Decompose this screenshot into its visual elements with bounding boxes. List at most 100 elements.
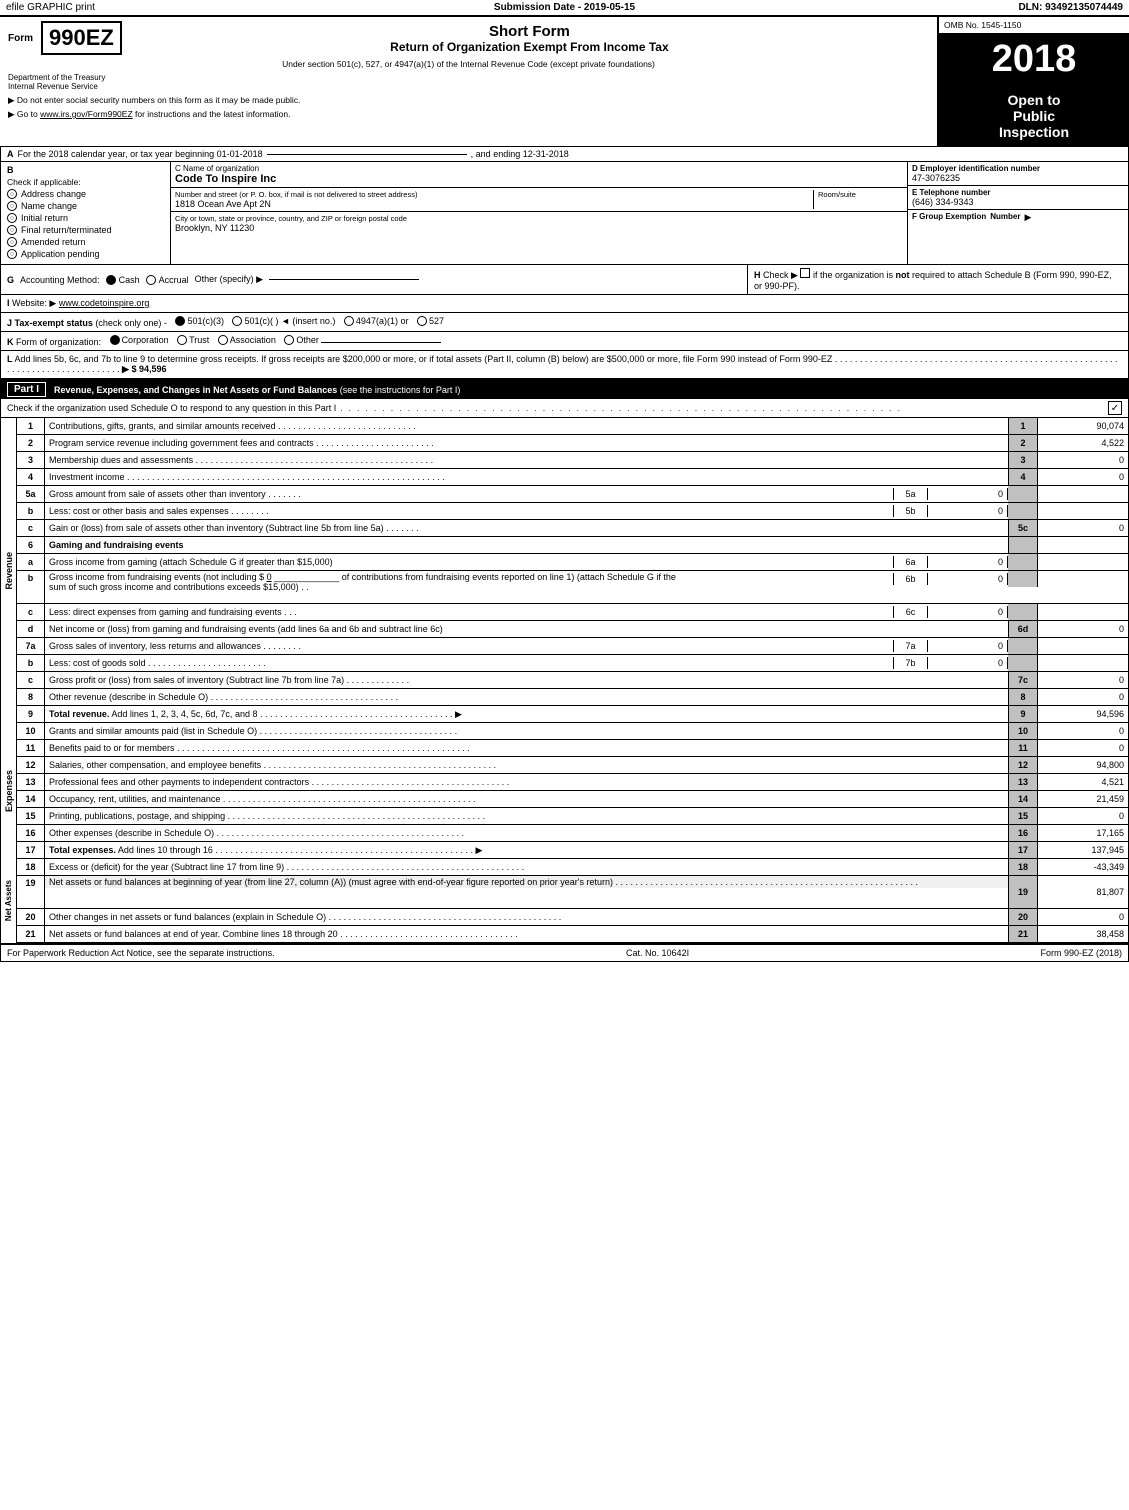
section-i-row: I Website: ▶ www.codetoinspire.org <box>0 295 1129 313</box>
initial-return-label: Initial return <box>21 213 68 223</box>
row-7b-label: 7b <box>893 657 928 669</box>
group-exempt-label: F Group Exemption <box>912 212 986 223</box>
omb-number: OMB No. 1545-1150 <box>939 17 1129 34</box>
part1-header: Part I Revenue, Expenses, and Changes in… <box>0 380 1129 399</box>
row-17: 17 Total expenses. Add lines 10 through … <box>17 842 1128 859</box>
room-suite-label: Room/suite <box>818 190 903 199</box>
row-17-desc: Total expenses. Add lines 10 through 16 … <box>45 844 1008 857</box>
row-7a-label: 7a <box>893 640 928 652</box>
row-11: 11 Benefits paid to or for members . . .… <box>17 740 1128 757</box>
trust-option: Trust <box>177 335 209 345</box>
check-sched-o-checkbox[interactable]: ✓ <box>1108 401 1122 415</box>
application-pending-radio[interactable]: ○ <box>7 249 17 259</box>
org-name-label: C Name of organization <box>175 164 903 173</box>
initial-return-radio[interactable]: ○ <box>7 213 17 223</box>
row-3: 3 Membership dues and assessments . . . … <box>17 452 1128 469</box>
short-form-title: Short Form <box>130 23 929 40</box>
row-6d-num: d <box>17 621 45 637</box>
row-6: 6 Gaming and fundraising events <box>17 537 1128 554</box>
section-h-label: H <box>754 270 761 280</box>
dept-label: Department of the Treasury Internal Reve… <box>8 73 929 91</box>
row-16-num: 16 <box>17 825 45 841</box>
row-5c-desc: Gain or (loss) from sale of assets other… <box>45 522 1008 534</box>
row-6a-input: 0 <box>928 556 1008 568</box>
name-change-row: ○ Name change <box>7 201 164 211</box>
row-11-num: 11 <box>17 740 45 756</box>
final-return-label: Final return/terminated <box>21 225 112 235</box>
row-6a-desc: Gross income from gaming (attach Schedul… <box>45 556 893 568</box>
527-radio[interactable] <box>417 316 427 326</box>
note1: ▶ Do not enter social security numbers o… <box>8 95 929 106</box>
amended-return-label: Amended return <box>21 237 86 247</box>
expenses-vertical-label: Expenses <box>4 770 14 812</box>
amended-return-radio[interactable]: ○ <box>7 237 17 247</box>
row-11-linenum: 11 <box>1008 740 1038 756</box>
check-applicable-label: B <box>7 165 164 175</box>
ein-value: 47-3076235 <box>912 173 1124 183</box>
section-k-label: K <box>7 337 14 347</box>
row-3-desc: Membership dues and assessments . . . . … <box>45 454 1008 466</box>
section-k-row: K Form of organization: Corporation Trus… <box>0 332 1129 351</box>
row-5c: c Gain or (loss) from sale of assets oth… <box>17 520 1128 537</box>
accrual-option: Accrual <box>146 275 189 285</box>
section-l-text: Add lines 5b, 6c, and 7b to line 9 to de… <box>7 354 1117 374</box>
row-15-num: 15 <box>17 808 45 824</box>
other-org-radio[interactable] <box>284 335 294 345</box>
row-10: 10 Grants and similar amounts paid (list… <box>17 723 1128 740</box>
row-13: 13 Professional fees and other payments … <box>17 774 1128 791</box>
revenue-section: Revenue 1 Contributions, gifts, grants, … <box>0 418 1129 723</box>
other-specify: Other (specify) ▶ <box>195 274 263 285</box>
row-9: 9 Total revenue. Add lines 1, 2, 3, 4, 5… <box>17 706 1128 723</box>
application-pending-label: Application pending <box>21 249 100 259</box>
row-6c-label: 6c <box>893 606 928 618</box>
row-5a-desc: Gross amount from sale of assets other t… <box>45 488 893 500</box>
row-14-linenum: 14 <box>1008 791 1038 807</box>
address-value: 1818 Ocean Ave Apt 2N <box>175 199 813 209</box>
row-3-amount: 0 <box>1038 454 1128 466</box>
row-5b-num: b <box>17 503 45 519</box>
row-13-num: 13 <box>17 774 45 790</box>
tax-year-row: A For the 2018 calendar year, or tax yea… <box>0 147 1129 162</box>
row-21-num: 21 <box>17 926 45 942</box>
row-19-num: 19 <box>17 876 45 908</box>
website-url: www.codetoinspire.org <box>59 298 150 308</box>
row-1-amount: 90,074 <box>1038 420 1128 432</box>
row-11-amount: 0 <box>1038 742 1128 754</box>
form-prefix: Form <box>8 33 33 44</box>
row-14-desc: Occupancy, rent, utilities, and maintena… <box>45 793 1008 805</box>
check-text: Check ▶ <box>763 270 800 280</box>
accrual-radio[interactable] <box>146 275 156 285</box>
address-change-radio[interactable]: ○ <box>7 189 17 199</box>
row-2: 2 Program service revenue including gove… <box>17 435 1128 452</box>
row-7b-input: 0 <box>928 657 1008 669</box>
website-label: Website: ▶ <box>12 298 56 308</box>
form-number-box: 990EZ <box>41 21 122 55</box>
501c3-radio[interactable] <box>175 316 185 326</box>
row-7a: 7a Gross sales of inventory, less return… <box>17 638 1128 655</box>
row-6b-num: b <box>17 571 45 603</box>
name-change-radio[interactable]: ○ <box>7 201 17 211</box>
4947a1-radio[interactable] <box>344 316 354 326</box>
h-checkbox[interactable] <box>800 268 810 278</box>
row-7a-input: 0 <box>928 640 1008 652</box>
row-15-desc: Printing, publications, postage, and shi… <box>45 810 1008 822</box>
row-3-linenum: 3 <box>1008 452 1038 468</box>
row-20-num: 20 <box>17 909 45 925</box>
row-8-num: 8 <box>17 689 45 705</box>
row-5b-input: 0 <box>928 505 1008 517</box>
final-return-radio[interactable]: ○ <box>7 225 17 235</box>
trust-radio[interactable] <box>177 335 187 345</box>
row-13-amount: 4,521 <box>1038 776 1128 788</box>
row-12-desc: Salaries, other compensation, and employ… <box>45 759 1008 771</box>
row-19: 19 Net assets or fund balances at beginn… <box>17 876 1128 909</box>
501c-radio[interactable] <box>232 316 242 326</box>
row-6d-desc: Net income or (loss) from gaming and fun… <box>45 623 1008 635</box>
corp-radio[interactable] <box>110 335 120 345</box>
cash-radio-filled[interactable] <box>106 275 116 285</box>
row-6b: b Gross income from fundraising events (… <box>17 571 1128 604</box>
year-display: 2018 <box>939 34 1129 86</box>
row-7b: b Less: cost of goods sold . . . . . . .… <box>17 655 1128 672</box>
assoc-radio[interactable] <box>218 335 228 345</box>
row-2-num: 2 <box>17 435 45 451</box>
check-dots: . . . . . . . . . . . . . . . . . . . . … <box>340 404 1108 413</box>
